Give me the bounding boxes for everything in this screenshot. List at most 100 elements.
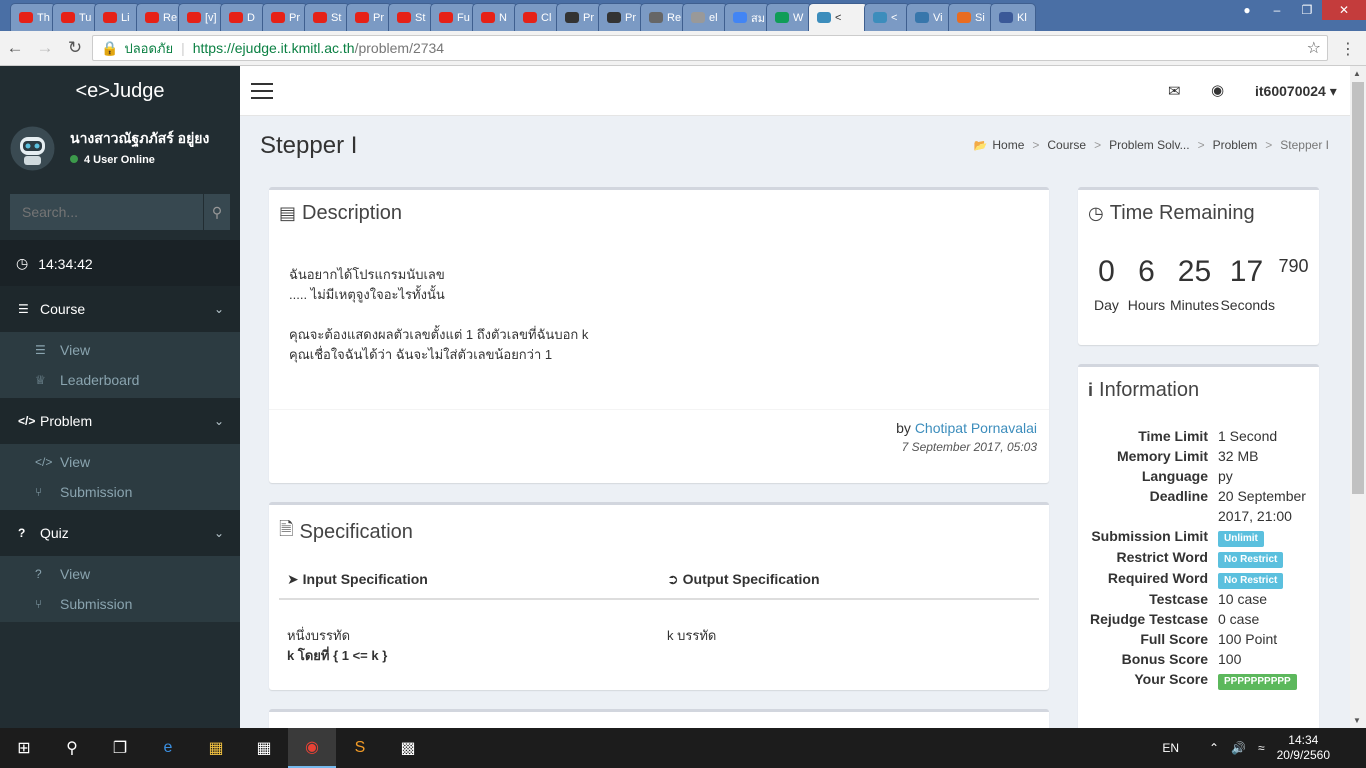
output-spec-line: k บรรทัด — [667, 628, 717, 643]
browser-tab[interactable]: Th — [10, 3, 56, 31]
scroll-thumb[interactable] — [1352, 82, 1364, 494]
terminal-icon[interactable]: ▩ — [384, 728, 432, 768]
browser-tab[interactable]: Tu — [52, 3, 98, 31]
info-key: Language — [1141, 468, 1208, 484]
browser-tab[interactable]: W — [766, 3, 812, 31]
minimize-button[interactable]: – — [1262, 0, 1292, 20]
sample-box — [269, 709, 1049, 728]
trophy-icon: ♕ — [35, 373, 46, 387]
sidebar-menu-quiz[interactable]: ? Quiz ⌄ — [0, 510, 240, 556]
sidebar-item-leaderboard[interactable]: ♕ Leaderboard — [0, 365, 240, 395]
close-window-button[interactable]: ✕ — [1322, 0, 1366, 20]
browser-tab[interactable]: St — [388, 3, 434, 31]
main-content: ✉ ◉ it60070024 ▾ Stepper I 📂 Home > Course >… — [240, 66, 1350, 728]
page-title: Stepper I — [260, 132, 358, 159]
store-icon[interactable]: ▦ — [240, 728, 288, 768]
windows-start-icon[interactable]: ⊞ — [0, 728, 48, 768]
sidebar-item-submission[interactable]: ⑂ Submission — [0, 589, 240, 619]
question-icon: ? — [18, 526, 26, 540]
edge-icon[interactable]: e — [144, 728, 192, 768]
description-footer: by Chotipat Pornavalai 7 September 2017,… — [269, 409, 1049, 464]
sidebar-menu-course[interactable]: ☰ Course ⌄ — [0, 286, 240, 332]
info-key: Deadline — [1149, 488, 1208, 504]
browser-tab[interactable]: St — [304, 3, 350, 31]
tab-favicon-icon — [817, 12, 831, 23]
browser-tab[interactable]: สม — [724, 3, 770, 31]
browser-tab[interactable]: Si — [948, 3, 994, 31]
app-logo[interactable]: <e>Judge — [0, 66, 240, 116]
sublime-icon[interactable]: S — [336, 728, 384, 768]
browser-tab[interactable]: Fu — [430, 3, 476, 31]
url-field[interactable]: 🔒 ปลอดภัย | https://ejudge.it.kmitl.ac.t… — [92, 35, 1328, 61]
browser-tab[interactable]: Kl — [990, 3, 1036, 31]
tray-chevron-icon[interactable]: ⌃ — [1209, 741, 1219, 755]
browser-tab[interactable]: < — [808, 3, 868, 31]
sidebar-item-submission[interactable]: ⑂ Submission — [0, 477, 240, 507]
browser-tab[interactable]: Li — [94, 3, 140, 31]
chrome-icon[interactable]: ◉ — [288, 728, 336, 768]
info-row: Required Word No Restrict — [1078, 568, 1319, 589]
restore-button[interactable]: ❐ — [1292, 0, 1322, 20]
info-key: Full Score — [1140, 631, 1208, 647]
wifi-icon[interactable]: ≈ — [1258, 741, 1265, 755]
sidebar-item-view[interactable]: </> View — [0, 447, 240, 477]
envelope-icon[interactable]: ✉ — [1168, 82, 1181, 100]
list-icon: ☰ — [18, 302, 29, 316]
forward-icon[interactable]: → — [30, 38, 60, 58]
user-icon[interactable]: ● — [1232, 0, 1262, 20]
reload-icon[interactable]: ↻ — [60, 38, 90, 58]
tab-favicon-icon — [691, 12, 705, 23]
system-tray: EN ⌃ 🔊 ≈ 14:34 20/9/2560 — [1162, 728, 1366, 768]
browser-tab[interactable]: D — [220, 3, 266, 31]
browser-tab[interactable]: [v] — [178, 3, 224, 31]
information-box: i Information Time Limit 1 Second Memory Li… — [1078, 364, 1319, 728]
scroll-down-icon[interactable]: ▼ — [1353, 716, 1361, 725]
browser-tab[interactable]: Vi — [906, 3, 952, 31]
breadcrumb-item[interactable]: Home — [992, 138, 1024, 152]
information-table: Time Limit 1 Second Memory Limit 32 MB Langu… — [1078, 426, 1319, 690]
info-row: Your Score PPPPPPPPPP — [1078, 669, 1319, 690]
breadcrumb-item[interactable]: Course — [1047, 138, 1086, 152]
sidebar-item-view[interactable]: ☰ View — [0, 335, 240, 365]
timer-hours: 6 — [1138, 255, 1155, 288]
search-icon[interactable]: ⚲ — [48, 728, 96, 768]
page-scrollbar[interactable]: ▲ ▼ — [1350, 66, 1366, 728]
browser-tab[interactable]: Pr — [346, 3, 392, 31]
task-view-icon[interactable]: ❐ — [96, 728, 144, 768]
back-icon[interactable]: ← — [0, 38, 30, 58]
bookmark-star-icon[interactable]: ☆ — [1307, 38, 1321, 58]
user-menu[interactable]: it60070024 ▾ — [1255, 83, 1337, 100]
browser-tab[interactable]: Re — [640, 3, 686, 31]
browser-tab[interactable]: Cl — [514, 3, 560, 31]
breadcrumb-item[interactable]: Problem — [1213, 138, 1258, 152]
browser-tab[interactable]: el — [682, 3, 728, 31]
author-link[interactable]: Chotipat Pornavalai — [915, 420, 1037, 436]
input-spec: ➤ Input Specification หนึ่งบรรทัด k โดยท… — [279, 559, 659, 666]
file-explorer-icon[interactable]: ▦ — [192, 728, 240, 768]
scroll-up-icon[interactable]: ▲ — [1353, 69, 1361, 78]
globe-icon[interactable]: ◉ — [1211, 81, 1224, 99]
folder-icon: 📂 — [973, 139, 988, 152]
language-indicator[interactable]: EN — [1162, 741, 1179, 755]
volume-icon[interactable]: 🔊 — [1231, 741, 1246, 755]
browser-tab[interactable]: Pr — [556, 3, 602, 31]
browser-tab[interactable]: Pr — [598, 3, 644, 31]
browser-tab[interactable]: < — [864, 3, 910, 31]
tab-favicon-icon — [523, 12, 537, 23]
address-bar: ← → ↻ 🔒 ปลอดภัย | https://ejudge.it.kmit… — [0, 31, 1366, 66]
search-input[interactable] — [10, 194, 203, 230]
browser-menu-icon[interactable]: ⋮ — [1340, 39, 1356, 59]
search-button[interactable]: ⚲ — [203, 194, 230, 230]
breadcrumb-item[interactable]: Problem Solv... — [1109, 138, 1189, 152]
sidebar-toggle-icon[interactable] — [251, 83, 273, 99]
tab-favicon-icon — [873, 12, 887, 23]
sidebar-item-view[interactable]: ? View — [0, 559, 240, 589]
sidebar-menu-label: Quiz — [40, 525, 69, 541]
browser-tab[interactable]: Pr — [262, 3, 308, 31]
branch-icon: ⑂ — [35, 485, 43, 499]
sidebar-menu-problem[interactable]: </> Problem ⌄ — [0, 398, 240, 444]
browser-tab[interactable]: N — [472, 3, 518, 31]
taskbar-clock[interactable]: 14:34 20/9/2560 — [1277, 733, 1330, 763]
info-value: 100 — [1218, 651, 1242, 667]
browser-tab[interactable]: Re — [136, 3, 182, 31]
